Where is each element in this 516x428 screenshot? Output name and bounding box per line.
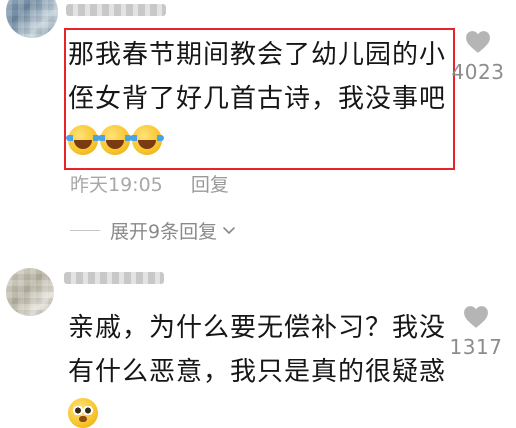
like-button[interactable]: 1317 [440, 305, 512, 359]
heart-icon [464, 306, 488, 328]
divider-line [70, 229, 100, 231]
heart-icon [466, 31, 490, 53]
comment-body: 亲戚，为什么要无偿补习？我没有什么恶意，我只是真的很疑惑 [68, 313, 447, 387]
like-button[interactable]: 4023 [444, 30, 512, 84]
pleading-face-emoji-icon [68, 398, 98, 428]
user-avatar[interactable] [6, 268, 54, 316]
username-blurred[interactable] [64, 272, 164, 284]
comment-time: 昨天19:05 [70, 174, 163, 196]
like-count: 1317 [449, 335, 503, 359]
comment-meta: 昨天19:05 回复 [70, 170, 229, 197]
comment-text: 亲戚，为什么要无偿补习？我没有什么恶意，我只是真的很疑惑 [68, 306, 448, 428]
username-blurred[interactable] [66, 4, 166, 16]
expand-replies-button[interactable]: 展开9条回复 [70, 216, 237, 244]
user-avatar[interactable] [6, 0, 58, 38]
chevron-down-icon [223, 227, 235, 234]
expand-replies-label: 展开9条回复 [110, 220, 218, 243]
reply-button[interactable]: 回复 [191, 174, 229, 196]
highlight-box [64, 28, 455, 170]
like-count: 4023 [451, 60, 505, 84]
